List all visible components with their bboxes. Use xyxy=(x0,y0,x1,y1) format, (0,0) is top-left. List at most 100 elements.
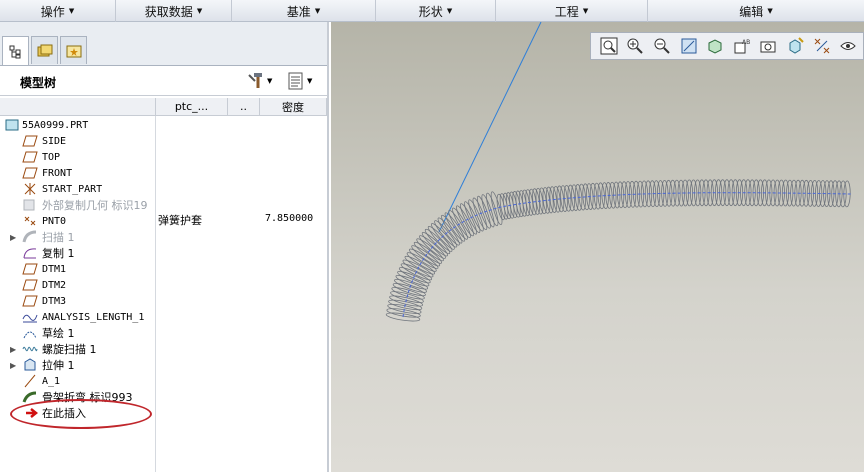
tree-row-analysis-length[interactable]: ANALYSIS_LENGTH_1 xyxy=(0,309,327,325)
coordinate-system-icon xyxy=(22,182,38,196)
spring-coil xyxy=(781,179,790,207)
tree-row-spinal-bend[interactable]: 骨架折弯 标识993 xyxy=(0,389,327,405)
tree-row-part[interactable]: 55A0999.PRT xyxy=(0,117,327,133)
spring-coil xyxy=(386,308,421,318)
datum-display-button[interactable] xyxy=(783,34,807,58)
expand-icon[interactable]: ▶ xyxy=(10,345,18,354)
menu-operations[interactable]: 操作 ▼ xyxy=(0,0,116,22)
menu-shape[interactable]: 形状 ▼ xyxy=(376,0,496,22)
points-display-button[interactable] xyxy=(810,34,834,58)
spring-coil xyxy=(636,180,645,208)
spring-coil xyxy=(518,190,527,217)
spring-coil xyxy=(535,187,544,215)
datum-axis-icon xyxy=(22,374,38,388)
annotation-display-button[interactable] xyxy=(836,34,860,58)
tree-row-helical-sweep[interactable]: ▶ 螺旋扫描 1 xyxy=(0,341,327,357)
spring-coil xyxy=(593,182,602,210)
menu-get-data[interactable]: 获取数据 ▼ xyxy=(116,0,232,22)
tree-row-start-part[interactable]: START_PART xyxy=(0,181,327,197)
tree-row-external-copy-geom[interactable]: 外部复制几何 标识19 xyxy=(0,197,327,213)
refit-button[interactable] xyxy=(597,34,621,58)
spring-trajectory xyxy=(402,192,852,318)
spring-coil xyxy=(385,312,421,322)
model-tree-title: 模型树 xyxy=(20,76,57,90)
spring-coil xyxy=(740,179,748,207)
column-header-name[interactable] xyxy=(0,98,156,116)
spring-coil xyxy=(802,179,810,207)
column-header-ptc[interactable]: ptc_... xyxy=(156,98,228,116)
chevron-down-icon: ▼ xyxy=(196,7,203,15)
menu-datum[interactable]: 基准 ▼ xyxy=(232,0,376,22)
view-toolbar: AB xyxy=(590,32,864,60)
tree-row-dtm3[interactable]: DTM3 xyxy=(0,293,327,309)
zoom-out-button[interactable] xyxy=(650,34,674,58)
spring-coil xyxy=(545,186,554,214)
menu-edit[interactable]: 编辑 ▼ xyxy=(648,0,864,22)
datum-points-icon xyxy=(814,38,829,54)
spring-coil xyxy=(769,179,777,207)
spring-coil xyxy=(391,287,425,300)
tree-row-dtm2[interactable]: DTM2 xyxy=(0,277,327,293)
spring-coil xyxy=(430,223,455,250)
tree-row-top[interactable]: TOP xyxy=(0,149,327,165)
navigator-panel: 模型树 ▼ ▼ ptc_... .. 密度 55A0999.PRT 弹簧护套 7… xyxy=(0,22,329,472)
spring-coil xyxy=(823,180,831,207)
tree-show-button[interactable]: ▼ xyxy=(288,70,312,92)
annotation-icon xyxy=(840,42,856,50)
spring-coil xyxy=(476,195,491,229)
spring-coil xyxy=(589,182,598,210)
column-header-density[interactable]: 密度 xyxy=(260,98,327,116)
spring-coil xyxy=(394,279,427,293)
chevron-down-icon: ▼ xyxy=(314,7,321,15)
tree-row-pnt0[interactable]: PNT0 xyxy=(0,213,327,229)
repaint-button[interactable] xyxy=(677,34,701,58)
tree-row-axis-a1[interactable]: A_1 xyxy=(0,373,327,389)
saved-views-button[interactable]: AB xyxy=(730,34,754,58)
tree-settings-button[interactable]: ▼ xyxy=(246,70,272,92)
spring-coil xyxy=(444,212,466,242)
spring-coil xyxy=(669,179,677,207)
tree-row-sweep[interactable]: ▶ 扫描 1 xyxy=(0,229,327,245)
tree-row-extrude[interactable]: ▶ 拉伸 1 xyxy=(0,357,327,373)
expand-icon[interactable]: ▶ xyxy=(10,361,18,370)
spring-coil xyxy=(681,179,689,207)
spring-coil xyxy=(402,259,434,278)
spring-coil xyxy=(397,271,430,287)
star-folder-icon xyxy=(66,45,81,57)
tree-row-dtm1[interactable]: DTM1 xyxy=(0,261,327,277)
spring-coil xyxy=(398,267,431,284)
column-header-unnamed[interactable]: .. xyxy=(228,98,260,116)
spring-coil xyxy=(468,199,484,232)
tab-favorites[interactable] xyxy=(60,36,87,64)
tab-model-tree[interactable] xyxy=(2,36,29,66)
spring-coil xyxy=(459,203,478,235)
spring-coil xyxy=(525,189,534,216)
view-manager-button[interactable] xyxy=(757,34,781,58)
spring-coils xyxy=(385,179,851,322)
tree-row-side[interactable]: SIDE xyxy=(0,133,327,149)
spring-coil xyxy=(665,179,673,207)
spring-coil xyxy=(437,217,460,246)
chevron-down-icon: ▼ xyxy=(767,7,773,15)
spring-coil xyxy=(628,180,637,208)
spring-coil xyxy=(786,179,794,207)
graphics-viewport[interactable]: AB xyxy=(331,22,864,472)
menu-engineering[interactable]: 工程 ▼ xyxy=(496,0,648,22)
repaint-icon xyxy=(681,38,697,54)
display-style-button[interactable] xyxy=(703,34,727,58)
list-icon xyxy=(288,72,303,90)
tree-row-insert-here[interactable]: 在此插入 xyxy=(0,405,327,421)
tree-row-sketch[interactable]: 草绘 1 xyxy=(0,325,327,341)
zoom-out-icon xyxy=(654,38,670,54)
tree-row-front[interactable]: FRONT xyxy=(0,165,327,181)
zoom-in-button[interactable] xyxy=(624,34,648,58)
expand-icon[interactable]: ▶ xyxy=(10,233,18,242)
spring-coil xyxy=(677,179,685,207)
spring-coil xyxy=(424,228,451,255)
tab-layers[interactable] xyxy=(31,36,58,64)
spring-coil xyxy=(814,180,823,207)
spring-coil xyxy=(839,180,847,208)
tree-row-copy[interactable]: 复制 1 xyxy=(0,245,327,261)
spring-coil xyxy=(613,181,621,209)
svg-text:AB: AB xyxy=(742,39,750,46)
